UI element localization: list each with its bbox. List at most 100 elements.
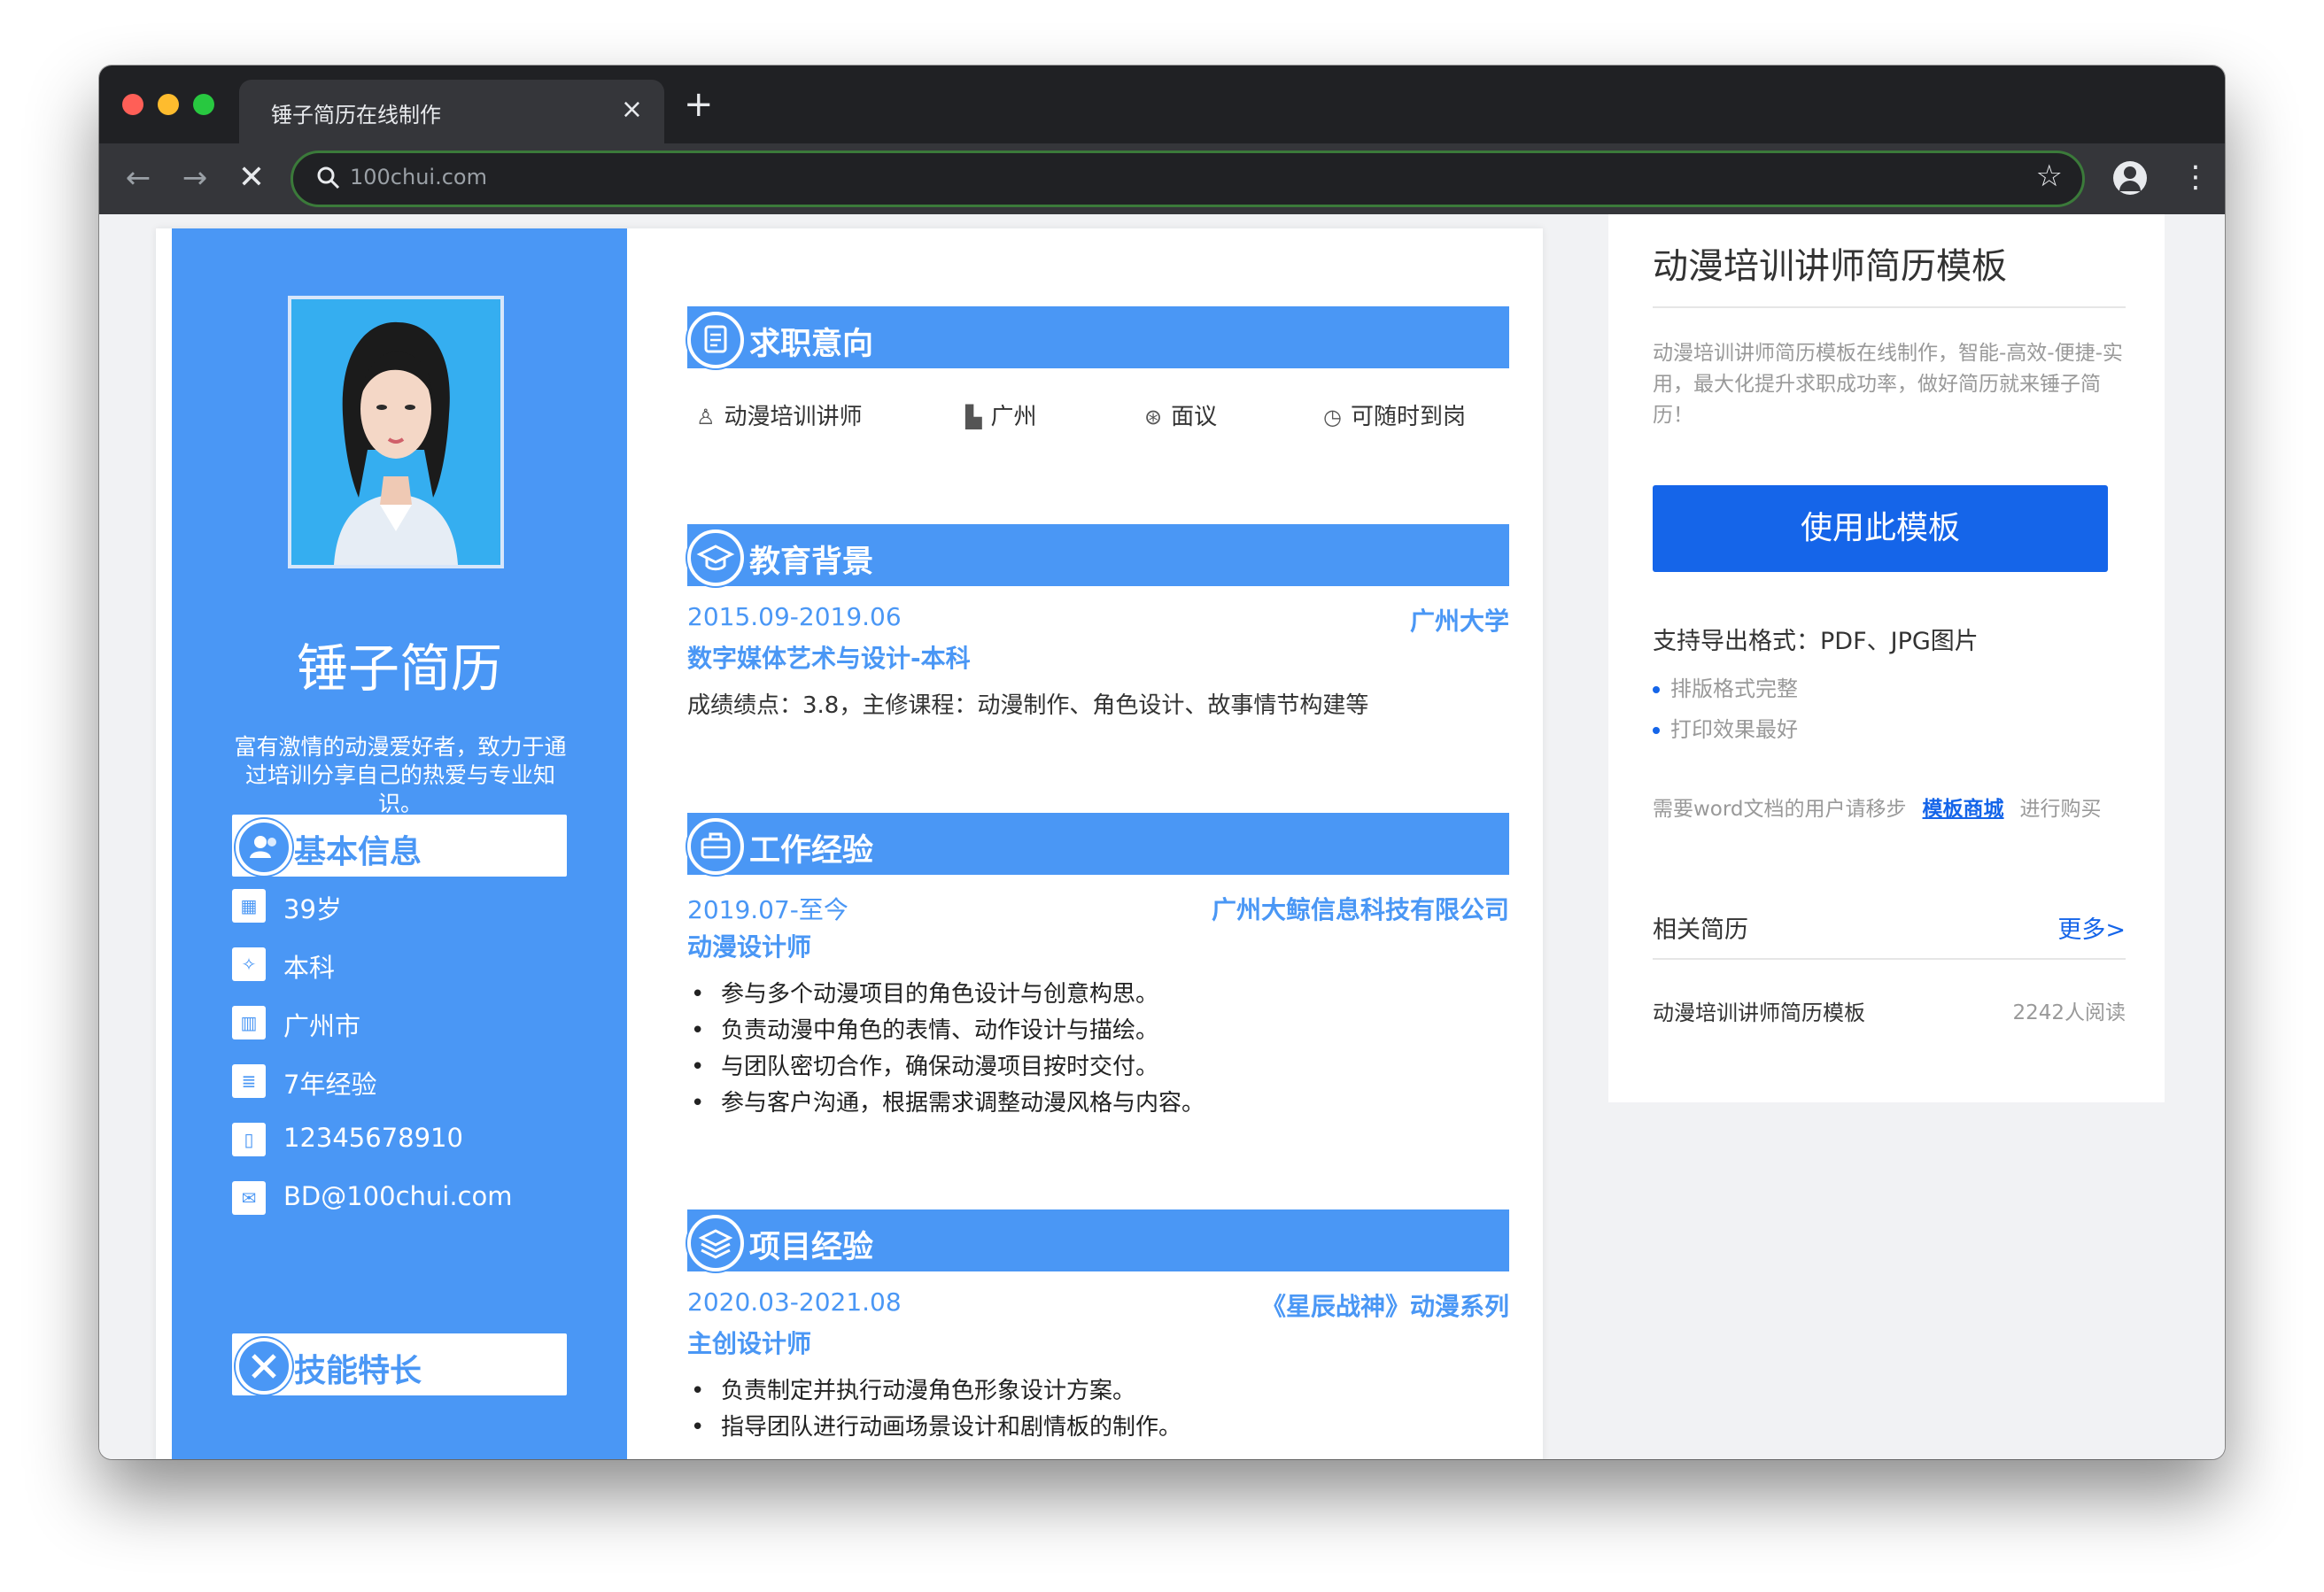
intent-salary: ⊛ 面议 bbox=[1144, 398, 1217, 431]
tie-icon: ♙ bbox=[696, 405, 716, 429]
info-phone-text: 12345678910 bbox=[283, 1123, 463, 1153]
bullet-dot-icon bbox=[1653, 686, 1660, 693]
education-section-header: 教育背景 bbox=[687, 524, 1509, 586]
related-resume-link[interactable]: 动漫培训讲师简历模板 bbox=[1653, 995, 1865, 1026]
intent-availability-text: 可随时到岗 bbox=[1350, 404, 1466, 430]
export-formats: 支持导出格式：PDF、JPG图片 bbox=[1653, 628, 1979, 655]
intent-position-text: 动漫培训讲师 bbox=[724, 404, 863, 430]
resume-bio: 富有激情的动漫爱好者，致力于通过培训分享自己的热爱与专业知识。 bbox=[234, 734, 567, 816]
feature-text: 打印效果最好 bbox=[1670, 717, 1798, 742]
project-title: 项目经验 bbox=[749, 1230, 874, 1265]
related-label: 相关简历 bbox=[1653, 916, 1748, 944]
divider bbox=[1653, 958, 2126, 960]
template-description: 动漫培训讲师简历模板在线制作，智能-高效-便捷-实用，最大化提升求职成功率，做好… bbox=[1653, 342, 2123, 427]
intent-availability: ◷ 可随时到岗 bbox=[1323, 398, 1466, 431]
project-bullet: 指导团队进行动画场景设计和剧情板的制作。 bbox=[691, 1409, 1181, 1441]
briefcase-icon bbox=[687, 818, 744, 875]
back-button[interactable]: ← bbox=[117, 158, 159, 200]
resume-name: 锤子简历 bbox=[296, 638, 502, 699]
minimize-window-button[interactable] bbox=[158, 94, 179, 115]
profile-body-shape bbox=[2119, 181, 2141, 191]
search-icon bbox=[317, 166, 340, 189]
tab-close-icon[interactable]: × bbox=[621, 94, 643, 126]
layers-icon bbox=[687, 1215, 744, 1271]
clipboard-icon bbox=[687, 312, 744, 368]
clock-icon: ◷ bbox=[1323, 405, 1342, 429]
maximize-window-button[interactable] bbox=[193, 94, 214, 115]
work-role: 动漫设计师 bbox=[687, 932, 812, 962]
education-major: 数字媒体艺术与设计-本科 bbox=[687, 644, 971, 673]
work-section-header: 工作经验 bbox=[687, 813, 1509, 875]
project-section-header: 项目经验 bbox=[687, 1209, 1509, 1271]
profile-photo bbox=[288, 296, 504, 568]
resume-left-column: 锤子简历 富有激情的动漫爱好者，致力于通过培训分享自己的热爱与专业知识。 基本信… bbox=[172, 228, 627, 1459]
new-tab-button[interactable]: + bbox=[684, 85, 714, 124]
intent-city: ▙ 广州 bbox=[965, 398, 1036, 431]
intent-city-text: 广州 bbox=[990, 404, 1037, 430]
work-bullet: 负责动漫中角色的表情、动作设计与描绘。 bbox=[691, 1012, 1158, 1045]
address-bar[interactable]: 100chui.com ☆ bbox=[290, 151, 2085, 207]
intent-salary-text: 面议 bbox=[1171, 404, 1218, 430]
feature-text: 排版格式完整 bbox=[1670, 676, 1798, 701]
word-prefix: 需要word文档的用户请移步 bbox=[1653, 798, 1907, 821]
money-icon: ⊛ bbox=[1144, 405, 1163, 429]
project-dates: 2020.03-2021.08 bbox=[687, 1287, 902, 1317]
project-bullet: 负责制定并执行动漫角色形象设计方案。 bbox=[691, 1372, 1135, 1405]
template-store-link[interactable]: 模板商城 bbox=[1923, 798, 2004, 821]
info-age-text: 39岁 bbox=[283, 894, 342, 924]
use-template-button[interactable]: 使用此模板 bbox=[1653, 485, 2108, 572]
intent-section-header: 求职意向 bbox=[687, 306, 1509, 368]
work-bullet: 参与客户沟通，根据需求调整动漫风格与内容。 bbox=[691, 1085, 1205, 1117]
info-education-text: 本科 bbox=[283, 953, 336, 983]
word-suffix: 进行购买 bbox=[2019, 798, 2102, 821]
basic-info-header: 基本信息 bbox=[232, 815, 567, 877]
education-dates: 2015.09-2019.06 bbox=[687, 602, 902, 631]
work-bullet: 参与多个动漫项目的角色设计与创意构思。 bbox=[691, 976, 1158, 1009]
info-experience-text: 7年经验 bbox=[283, 1070, 377, 1100]
work-dates: 2019.07-至今 bbox=[687, 895, 848, 924]
skills-header: 技能特长 bbox=[232, 1333, 567, 1395]
info-email-text: BD@100chui.com bbox=[283, 1181, 513, 1211]
city-icon: ▙ bbox=[965, 405, 982, 429]
page-viewport: 锤子简历 富有激情的动漫爱好者，致力于通过培训分享自己的热爱与专业知识。 基本信… bbox=[99, 214, 2225, 1459]
more-link[interactable]: 更多> bbox=[2057, 910, 2126, 945]
tab-title: 锤子简历在线制作 bbox=[271, 103, 441, 128]
template-title: 动漫培训讲师简历模板 bbox=[1653, 246, 2007, 287]
browser-menu-icon[interactable]: ⋮ bbox=[2181, 159, 2211, 195]
phone-icon: ▯ bbox=[232, 1123, 266, 1156]
resume-preview: 锤子简历 富有激情的动漫爱好者，致力于通过培训分享自己的热爱与专业知识。 基本信… bbox=[156, 228, 1543, 1459]
word-notice: 需要word文档的用户请移步 模板商城 进行购买 bbox=[1653, 792, 2102, 822]
divider bbox=[1653, 306, 2126, 308]
work-bullet: 与团队密切合作，确保动漫项目按时交付。 bbox=[691, 1048, 1158, 1081]
portrait-image bbox=[291, 299, 500, 565]
browser-window: 锤子简历在线制作 × + ← → ✕ 100chui.com ☆ ⋮ 锤子简历 … bbox=[99, 66, 2225, 1459]
education-school: 广州大学 bbox=[1409, 607, 1509, 636]
tools-icon bbox=[236, 1338, 292, 1395]
bookmark-star-icon[interactable]: ☆ bbox=[2036, 158, 2063, 194]
skills-title: 技能特长 bbox=[294, 1353, 422, 1389]
user-group-icon bbox=[236, 819, 292, 876]
related-resume-views: 2242人阅读 bbox=[2012, 1001, 2126, 1024]
work-company: 广州大鲸信息科技有限公司 bbox=[1211, 895, 1509, 924]
profile-avatar-icon[interactable] bbox=[2113, 161, 2147, 195]
browser-tab[interactable]: 锤子简历在线制作 × bbox=[239, 80, 664, 143]
basic-info-title: 基本信息 bbox=[294, 834, 422, 870]
forward-button[interactable]: → bbox=[174, 158, 216, 200]
bullet-dot-icon bbox=[1653, 727, 1660, 734]
tab-bar: 锤子简历在线制作 × + bbox=[99, 66, 2225, 143]
stop-loading-button[interactable]: ✕ bbox=[230, 158, 273, 200]
graduation-icon: ✧ bbox=[232, 947, 266, 981]
mail-icon: ✉ bbox=[232, 1181, 266, 1215]
feature-item: 排版格式完整 bbox=[1653, 671, 1798, 702]
graduation-cap-icon bbox=[687, 529, 744, 586]
info-city-text: 广州市 bbox=[283, 1011, 361, 1041]
calendar-icon: ▦ bbox=[232, 889, 266, 923]
profile-head-shape bbox=[2124, 166, 2136, 179]
close-window-button[interactable] bbox=[122, 94, 143, 115]
template-info-panel: 动漫培训讲师简历模板 动漫培训讲师简历模板在线制作，智能-高效-便捷-实用，最大… bbox=[1608, 214, 2165, 1102]
browser-toolbar: ← → ✕ 100chui.com ☆ ⋮ bbox=[99, 143, 2225, 214]
project-role: 主创设计师 bbox=[687, 1329, 812, 1358]
project-name: 《星辰战神》动漫系列 bbox=[1260, 1292, 1509, 1321]
intent-title: 求职意向 bbox=[749, 327, 874, 362]
intent-position: ♙ 动漫培训讲师 bbox=[696, 398, 863, 431]
